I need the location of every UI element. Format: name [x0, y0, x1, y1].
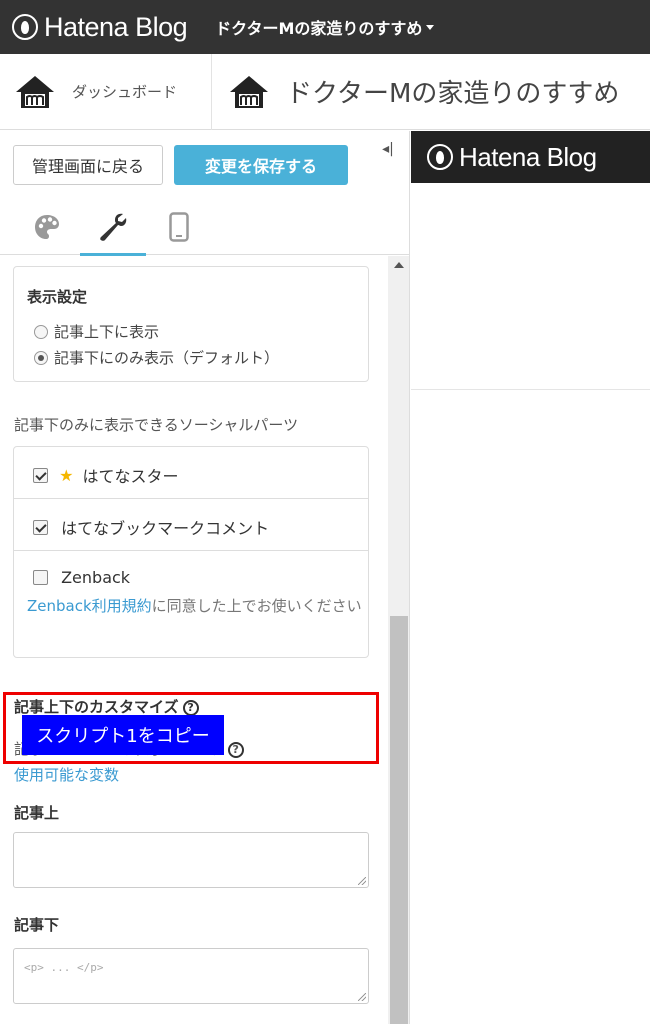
resize-handle[interactable] — [358, 993, 366, 1001]
design-settings-panel: 管理画面に戻る 変更を保存する ◂| 表示設定 記事上下に表示 記事下にのみ表示… — [0, 131, 410, 1024]
article-bottom-label: 記事下 — [14, 916, 60, 934]
checkbox-checked[interactable] — [33, 467, 48, 483]
palette-icon — [35, 215, 59, 239]
tab-design[interactable] — [14, 199, 80, 255]
scrollbar[interactable] — [388, 256, 409, 1024]
preview-header: Hatena Blog — [411, 131, 650, 183]
resize-handle[interactable] — [358, 877, 366, 885]
radio-button-selected[interactable] — [34, 350, 48, 365]
save-changes-button[interactable]: 変更を保存する — [174, 145, 348, 185]
copy-script-annotation: スクリプト1をコピー — [22, 715, 224, 755]
blog-title: ドクターMの家造りのすすめ — [286, 79, 620, 109]
settings-scroll-area: 表示設定 記事上下に表示 記事下にのみ表示（デフォルト） 記事下のみに表示できる… — [0, 256, 409, 1024]
tab-smartphone[interactable] — [146, 199, 212, 255]
checkbox[interactable] — [33, 570, 48, 585]
collapse-panel-icon[interactable]: ◂| — [367, 131, 409, 167]
blog-switcher-label: ドクターMの家造りのすすめ — [215, 19, 423, 38]
checkbox-label: Zenback — [61, 568, 131, 587]
textarea-placeholder: <p> ... </p> — [24, 961, 104, 974]
hatena-drop-icon — [12, 14, 38, 40]
divider — [411, 389, 650, 390]
back-to-admin-button[interactable]: 管理画面に戻る — [13, 145, 163, 185]
checkbox-label: はてなブックマークコメント — [61, 519, 270, 538]
zenback-option[interactable]: Zenback — [33, 567, 130, 587]
tab-customize[interactable] — [80, 199, 146, 256]
hatena-star-option[interactable]: ★ はてなスター — [33, 463, 179, 487]
list-item: Zenback Zenback利用規約に同意した上でお使いください — [14, 551, 368, 657]
chevron-down-icon — [426, 24, 435, 30]
radio-option-top-bottom[interactable]: 記事上下に表示 — [34, 321, 159, 342]
checkbox-label: はてなスター — [82, 467, 179, 486]
article-top-textarea[interactable] — [13, 832, 369, 888]
article-top-label: 記事上 — [14, 804, 60, 822]
dashboard-link[interactable]: ダッシュボード — [0, 53, 212, 130]
preview-brand-text: Hatena Blog — [459, 141, 597, 172]
blog-preview: Hatena Blog — [411, 131, 650, 1024]
home-icon — [14, 74, 56, 110]
wrench-icon — [100, 213, 127, 241]
radio-label: 記事上下に表示 — [54, 323, 160, 341]
smartphone-icon — [169, 212, 189, 242]
article-bottom-textarea[interactable]: <p> ... </p> — [13, 948, 369, 1004]
hatena-blog-logo[interactable]: Hatena Blog — [12, 11, 188, 43]
social-parts-heading: 記事下のみに表示できるソーシャルパーツ — [14, 416, 299, 434]
zenback-note: Zenback利用規約に同意した上でお使いください — [27, 593, 363, 619]
settings-tabs — [0, 199, 409, 256]
scrollbar-thumb[interactable] — [390, 616, 408, 1024]
sub-header: ダッシュボード ドクターMの家造りのすすめ — [0, 53, 650, 130]
star-icon: ★ — [59, 465, 74, 485]
display-settings-heading: 表示設定 — [27, 288, 88, 306]
list-item: はてなブックマークコメント — [14, 499, 368, 551]
checkbox-checked[interactable] — [33, 519, 48, 535]
hatena-bookmark-comment-option[interactable]: はてなブックマークコメント — [33, 515, 269, 539]
list-item: ★ はてなスター — [14, 447, 368, 499]
hatena-blog-logo[interactable]: Hatena Blog — [427, 142, 597, 173]
hatena-drop-icon — [427, 144, 453, 170]
blog-title-link[interactable]: ドクターMの家造りのすすめ — [212, 73, 619, 110]
radio-button[interactable] — [34, 324, 48, 339]
display-settings-box: 表示設定 記事上下に表示 記事下にのみ表示（デフォルト） — [13, 266, 369, 382]
dashboard-label: ダッシュボード — [72, 83, 178, 101]
blog-switcher-menu[interactable]: ドクターMの家造りのすすめ — [215, 15, 435, 39]
available-variables-link[interactable]: 使用可能な変数 — [14, 764, 119, 785]
top-bar: Hatena Blog ドクターMの家造りのすすめ — [0, 0, 650, 54]
radio-label: 記事下にのみ表示（デフォルト） — [54, 349, 280, 367]
brand-text: Hatena Blog — [44, 11, 188, 42]
radio-option-bottom-only[interactable]: 記事下にのみ表示（デフォルト） — [34, 347, 279, 368]
zenback-terms-link[interactable]: Zenback利用規約 — [27, 597, 152, 615]
zenback-note-text: に同意した上でお使いください — [151, 597, 362, 615]
home-icon — [228, 74, 270, 110]
scroll-up-arrow-icon[interactable] — [388, 262, 409, 276]
social-parts-box: ★ はてなスター はてなブックマークコメント Zenback Zenback利用… — [13, 446, 369, 658]
